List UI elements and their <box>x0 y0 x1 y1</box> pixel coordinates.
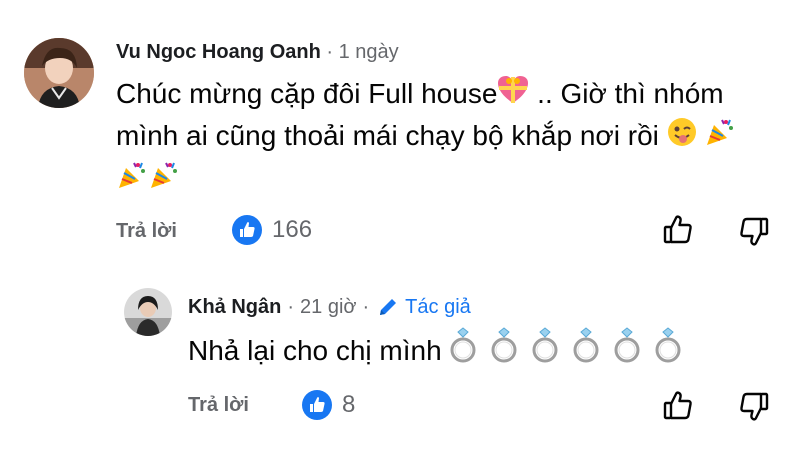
meta-separator: · <box>326 41 334 63</box>
comment-time[interactable]: 1 ngày <box>339 41 399 63</box>
reply-text: Nhả lại cho chị mình <box>188 326 687 375</box>
pencil-icon <box>377 296 399 318</box>
thumbs-down-outline-icon[interactable] <box>738 216 770 253</box>
like-summary[interactable]: 8 <box>302 389 355 421</box>
reply-button[interactable]: Trả lời <box>116 218 177 244</box>
reply-header: Khả Ngân · 21 giờ · Tác giả <box>188 295 471 319</box>
thumbs-up-outline-icon[interactable] <box>662 389 694 426</box>
thumbs-up-icon <box>302 390 332 420</box>
ring-emoji-icon <box>608 326 646 375</box>
party-popper-emoji-icon <box>116 159 148 202</box>
like-count: 166 <box>272 216 313 243</box>
ring-emoji-icon <box>444 326 482 375</box>
ring-emoji-icon <box>485 326 523 375</box>
like-count: 8 <box>342 391 356 418</box>
meta-separator: · <box>362 296 370 318</box>
party-popper-emoji-icon <box>148 159 180 202</box>
replier-avatar[interactable] <box>124 288 172 336</box>
comment-header: Vu Ngoc Hoang Oanh · 1 ngày <box>116 40 399 64</box>
thumbs-down-outline-icon[interactable] <box>738 391 770 428</box>
commenter-name[interactable]: Vu Ngoc Hoang Oanh <box>116 41 321 63</box>
comment-text-line1-after: .. Giờ thì nhóm <box>529 78 724 109</box>
reply-time[interactable]: 21 giờ <box>300 295 356 319</box>
reply-text-content: Nhả lại cho chị mình <box>188 334 442 366</box>
thumbs-up-outline-icon[interactable] <box>662 213 694 250</box>
meta-separator: · <box>287 296 295 318</box>
winking-tongue-emoji-icon <box>667 117 697 158</box>
commenter-avatar[interactable] <box>24 38 94 108</box>
ring-emoji-icon <box>649 326 687 375</box>
comment-text-line2: mình ai cũng thoải mái chạy bộ khắp nơi … <box>116 120 659 152</box>
like-summary[interactable]: 166 <box>232 214 312 246</box>
ring-emoji-row <box>442 326 687 375</box>
author-badge: Tác giả <box>405 296 471 318</box>
gift-heart-emoji-icon <box>497 75 529 116</box>
replier-name[interactable]: Khả Ngân <box>188 295 281 319</box>
comment-text: Chúc mừng cặp đôi Full house .. Giờ thì … <box>116 74 786 202</box>
thumbs-up-icon <box>232 215 262 245</box>
ring-emoji-icon <box>526 326 564 375</box>
reply-button[interactable]: Trả lời <box>188 392 249 418</box>
party-popper-emoji-icon <box>704 116 736 159</box>
comment-text-line1: Chúc mừng cặp đôi Full house <box>116 78 498 109</box>
ring-emoji-icon <box>567 326 605 375</box>
